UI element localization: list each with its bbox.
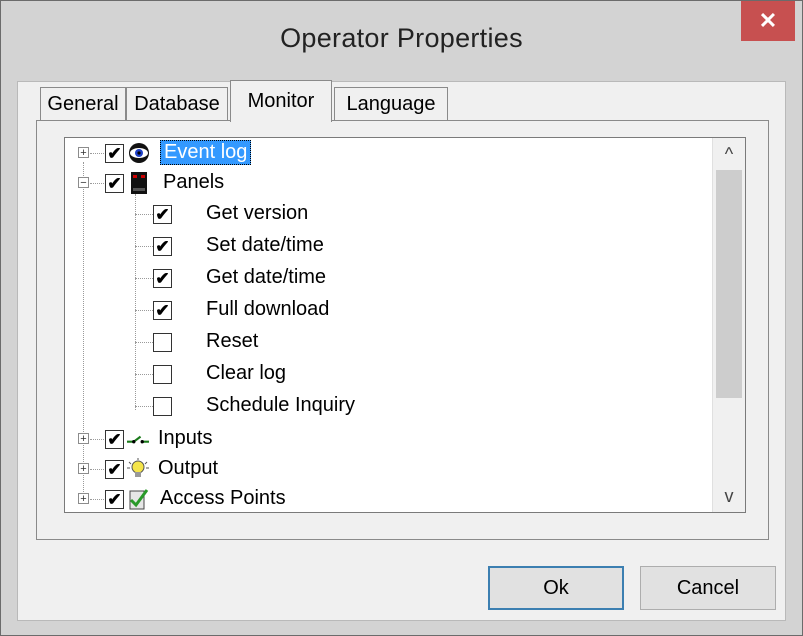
expand-icon[interactable]: + (78, 433, 89, 445)
dialog-title: Operator Properties (280, 23, 523, 53)
tree-node-label: Inputs (158, 427, 213, 449)
scroll-down-icon[interactable]: v (713, 480, 745, 512)
tree-node-label: Event log (160, 140, 252, 165)
tree-node-label: Reset (206, 330, 259, 352)
checkbox[interactable]: ✔ (153, 269, 172, 288)
expand-icon[interactable]: + (78, 147, 89, 159)
tree-line (135, 342, 153, 343)
collapse-icon[interactable]: − (78, 177, 89, 189)
eye-icon (128, 142, 150, 164)
access-point-icon (127, 488, 149, 510)
tab-general[interactable]: General (40, 87, 126, 121)
tab-label: Language (346, 93, 436, 115)
scrollbar-thumb[interactable] (716, 170, 742, 398)
tree-node-access-points[interactable]: + ✔ Access Points (65, 484, 705, 512)
checkbox[interactable]: ✔ (153, 301, 172, 320)
tab-label: Monitor (247, 90, 315, 112)
monitor-tab-page: + ✔ Event log − ✔ Panels ✔ Get version ✔… (36, 120, 769, 540)
panel-icon (128, 172, 150, 194)
tree-line (90, 499, 104, 500)
tree-node-event-log[interactable]: + ✔ Event log (65, 138, 705, 168)
tree-node-label: Set date/time (206, 234, 324, 256)
checkbox[interactable] (153, 397, 172, 416)
tree-node-get-version[interactable]: ✔ Get version (65, 198, 705, 228)
tree-line (135, 310, 153, 311)
tree-node-schedule-inquiry[interactable]: Schedule Inquiry (65, 390, 705, 420)
tree-node-label: Schedule Inquiry (206, 394, 355, 416)
tree-line (90, 153, 104, 154)
tree-node-reset[interactable]: Reset (65, 326, 705, 356)
tab-monitor[interactable]: Monitor (230, 80, 332, 122)
tree-node-get-date-time[interactable]: ✔ Get date/time (65, 262, 705, 292)
checkbox[interactable] (153, 365, 172, 384)
tree-line (90, 183, 104, 184)
vertical-scrollbar[interactable]: ^ v (712, 138, 745, 512)
tree-node-label: Panels (163, 171, 225, 193)
close-icon: ✕ (758, 8, 778, 33)
checkbox[interactable]: ✔ (105, 430, 124, 449)
tree-node-set-date-time[interactable]: ✔ Set date/time (65, 230, 705, 260)
tree-line (135, 406, 153, 407)
tab-label: General (47, 93, 119, 115)
checkbox[interactable]: ✔ (153, 205, 172, 224)
checkbox[interactable]: ✔ (105, 460, 124, 479)
tree-line (135, 246, 153, 247)
tree-line (135, 374, 153, 375)
tree-line (135, 214, 153, 215)
title-bar: Operator Properties ✕ (1, 1, 802, 81)
checkbox[interactable] (153, 333, 172, 352)
ok-button[interactable]: Ok (488, 566, 624, 610)
tree-node-label: Full download (206, 298, 330, 320)
tree-node-label: Clear log (206, 362, 287, 384)
permissions-tree[interactable]: + ✔ Event log − ✔ Panels ✔ Get version ✔… (64, 137, 746, 513)
tab-language[interactable]: Language (334, 87, 448, 121)
checkbox[interactable]: ✔ (105, 174, 124, 193)
checkbox[interactable]: ✔ (153, 237, 172, 256)
tree-line (90, 439, 104, 440)
operator-properties-dialog: Operator Properties ✕ General Database M… (0, 0, 803, 636)
cancel-button[interactable]: Cancel (640, 566, 776, 610)
checkbox[interactable]: ✔ (105, 144, 124, 163)
tree-node-panels[interactable]: − ✔ Panels (65, 168, 705, 198)
tree-node-full-download[interactable]: ✔ Full download (65, 294, 705, 324)
tree-node-inputs[interactable]: + ✔ Inputs (65, 424, 705, 454)
expand-icon[interactable]: + (78, 493, 89, 505)
tree-node-label: Access Points (160, 487, 286, 509)
tree-node-label: Get date/time (206, 266, 327, 288)
tab-label: Database (134, 93, 220, 115)
checkbox[interactable]: ✔ (105, 490, 124, 509)
dialog-body: General Database Monitor Language + ✔ Ev… (17, 80, 786, 621)
tree-node-output[interactable]: + ✔ Output (65, 454, 705, 484)
scroll-up-icon[interactable]: ^ (713, 138, 745, 170)
lightbulb-icon (127, 458, 149, 480)
tree-line (90, 469, 104, 470)
tree-line (135, 278, 153, 279)
expand-icon[interactable]: + (78, 463, 89, 475)
close-button[interactable]: ✕ (741, 1, 795, 41)
tab-database[interactable]: Database (126, 87, 228, 121)
tree-node-label: Get version (206, 202, 309, 224)
tree-node-clear-log[interactable]: Clear log (65, 358, 705, 388)
tree-node-label: Output (158, 457, 219, 479)
switch-icon (127, 429, 149, 451)
